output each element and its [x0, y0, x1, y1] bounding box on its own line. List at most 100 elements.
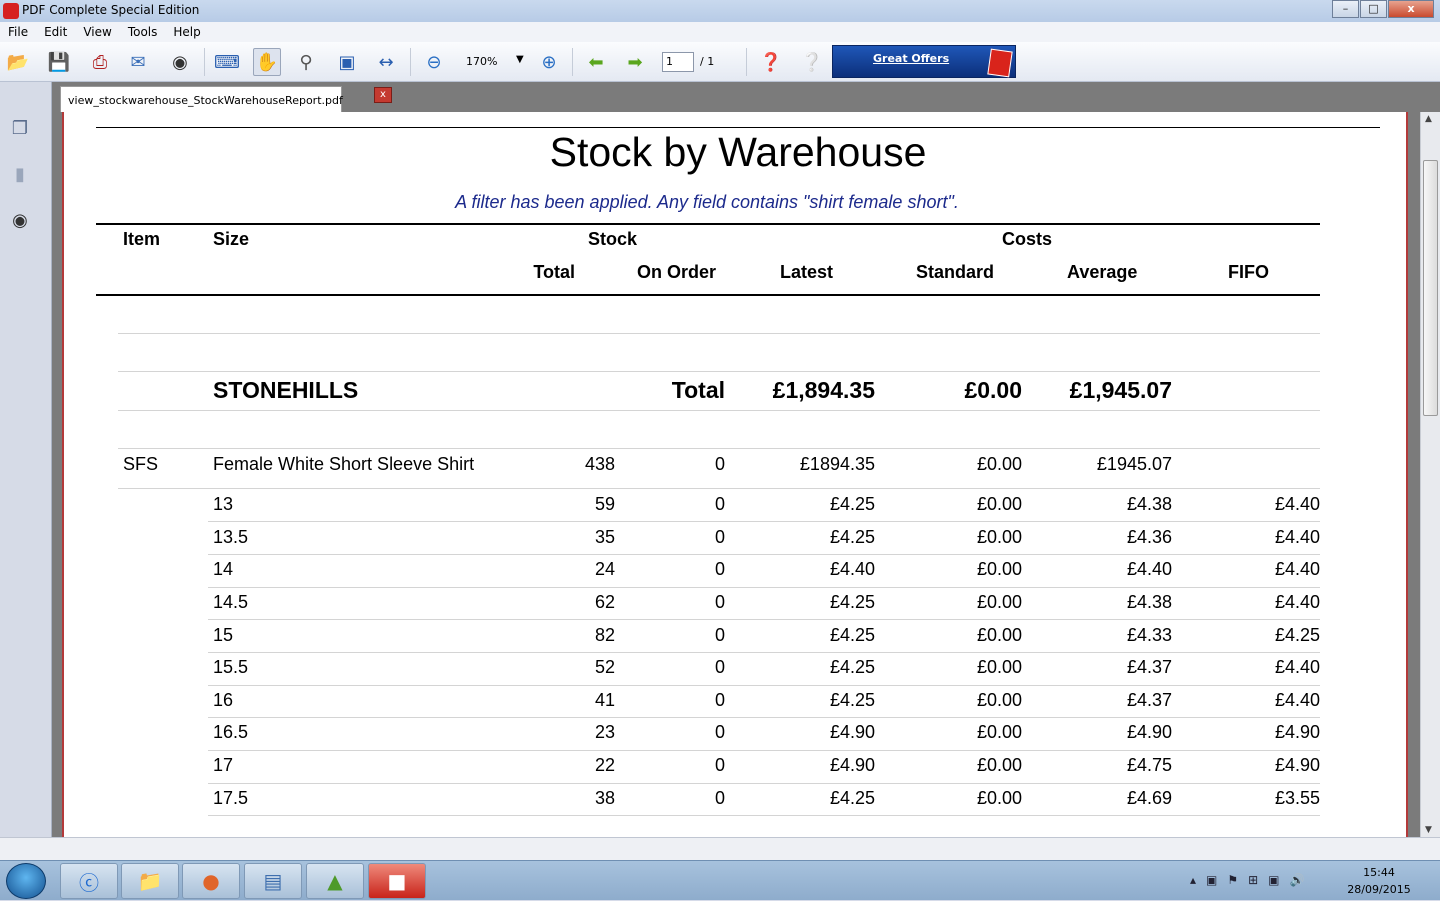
- scroll-up-icon[interactable]: ▲: [1425, 114, 1432, 124]
- item-average: £1945.07: [1096, 454, 1172, 474]
- col-item: Item: [123, 229, 161, 249]
- cell-fifo: £4.25: [1274, 625, 1320, 645]
- internet-explorer-icon[interactable]: ⓒ: [60, 863, 118, 899]
- item-code: SFS: [123, 454, 159, 474]
- cell-average: £4.37: [1126, 690, 1172, 710]
- toolbar: 📂 💾 ⎙ ✉ ◉ ⌨ ✋ ⚲ ▣ ↔ ⊖ 170% ▼ ⊕ ⬅ ➡ 1 / 1…: [0, 42, 1440, 82]
- cell-latest: £4.90: [829, 722, 875, 742]
- cell-total: 59: [594, 494, 615, 514]
- previous-page-icon[interactable]: ⬅: [582, 48, 610, 76]
- fit-page-icon[interactable]: ▣: [333, 48, 361, 76]
- email-icon[interactable]: ✉: [124, 48, 152, 76]
- taskbar: ⓒ 📁 ● ▤ ▲ ■ ▴▣⚑⊞▣🔊 15:44 28/09/2015: [0, 860, 1440, 900]
- cell-average: £4.33: [1126, 625, 1172, 645]
- cell-size: 13.5: [213, 527, 249, 547]
- window-title: PDF Complete Special Edition: [22, 3, 200, 17]
- clock-time[interactable]: 15:44: [1344, 866, 1414, 879]
- row-divider: [118, 488, 1320, 489]
- next-page-icon[interactable]: ➡: [621, 48, 649, 76]
- cell-fifo: £4.40: [1274, 690, 1320, 710]
- firefox-icon[interactable]: ●: [182, 863, 240, 899]
- menu-tools[interactable]: Tools: [120, 22, 166, 42]
- scroll-thumb[interactable]: [1423, 160, 1438, 416]
- row-divider: [208, 587, 1320, 588]
- help-icon[interactable]: ❓: [757, 48, 785, 76]
- help-online-icon[interactable]: ❔: [798, 48, 826, 76]
- close-tab-icon[interactable]: x: [374, 87, 392, 103]
- maximize-button[interactable]: □: [1360, 0, 1387, 18]
- clock-date[interactable]: 28/09/2015: [1344, 883, 1414, 896]
- warehouse-total-label: Total: [671, 377, 725, 403]
- cell-fifo: £4.40: [1274, 657, 1320, 677]
- hand-tool-icon[interactable]: ✋: [253, 48, 281, 76]
- cell-on-order: 0: [714, 722, 725, 742]
- menu-file[interactable]: File: [0, 22, 36, 42]
- cell-on-order: 0: [714, 657, 725, 677]
- search-panel-icon[interactable]: ◉: [8, 208, 32, 232]
- cell-standard: £0.00: [976, 722, 1022, 742]
- cell-latest: £4.90: [829, 755, 875, 775]
- print-icon[interactable]: ⎙: [86, 48, 114, 76]
- close-button[interactable]: x: [1388, 0, 1434, 18]
- cell-size: 16: [213, 690, 234, 710]
- cell-latest: £4.25: [829, 690, 875, 710]
- scroll-down-icon[interactable]: ▼: [1425, 825, 1432, 835]
- zoom-level[interactable]: 170%: [466, 55, 497, 68]
- item-description: Female White Short Sleeve Shirt: [213, 454, 475, 474]
- cell-latest: £4.25: [829, 788, 875, 808]
- cell-size: 13: [213, 494, 234, 514]
- great-offers-link[interactable]: Great Offers: [873, 52, 949, 65]
- zoom-tool-icon[interactable]: ⚲: [292, 48, 320, 76]
- cell-on-order: 0: [714, 788, 725, 808]
- cell-total: 23: [594, 722, 615, 742]
- open-folder-icon[interactable]: 📂: [4, 48, 32, 76]
- document-view[interactable]: Stock by Warehouse A filter has been app…: [52, 112, 1420, 837]
- great-offers-banner[interactable]: Great Offers: [832, 45, 1016, 78]
- bookmarks-panel-icon[interactable]: ▮: [8, 162, 32, 186]
- menu-help[interactable]: Help: [165, 22, 208, 42]
- select-text-icon[interactable]: ⌨: [213, 48, 241, 76]
- cell-average: £4.36: [1126, 527, 1172, 547]
- zoom-out-icon[interactable]: ⊖: [420, 48, 448, 76]
- app-green-icon[interactable]: ▲: [306, 863, 364, 899]
- cell-latest: £4.40: [829, 559, 875, 579]
- vertical-scrollbar[interactable]: ▲ ▼: [1420, 112, 1440, 837]
- cell-size: 15: [213, 625, 234, 645]
- zoom-in-icon[interactable]: ⊕: [535, 48, 563, 76]
- cell-size: 15.5: [213, 657, 249, 677]
- col-fifo: FIFO: [1228, 262, 1269, 282]
- cell-latest: £4.25: [829, 494, 875, 514]
- pdf-complete-taskbar-icon[interactable]: ■: [368, 863, 426, 899]
- cell-size: 17.5: [213, 788, 249, 808]
- zoom-dropdown-icon[interactable]: ▼: [516, 54, 524, 65]
- menu-edit[interactable]: Edit: [36, 22, 75, 42]
- page-number-input[interactable]: 1: [662, 52, 694, 72]
- cell-standard: £0.00: [976, 559, 1022, 579]
- cell-standard: £0.00: [976, 625, 1022, 645]
- remote-desktop-icon[interactable]: ▤: [244, 863, 302, 899]
- start-button[interactable]: [6, 863, 46, 899]
- cell-latest: £4.25: [829, 657, 875, 677]
- title-bar: PDF Complete Special Edition – □ x: [0, 0, 1440, 22]
- find-binoculars-icon[interactable]: ◉: [166, 48, 194, 76]
- tray-icons[interactable]: ▴▣⚑⊞▣🔊: [1190, 873, 1314, 887]
- document-tab[interactable]: view_stockwarehouse_StockWarehouseReport…: [60, 86, 343, 112]
- item-on-order: 0: [714, 454, 725, 474]
- pages-panel-icon[interactable]: ❐: [8, 116, 32, 140]
- file-explorer-icon[interactable]: 📁: [121, 863, 179, 899]
- cell-average: £4.90: [1126, 722, 1172, 742]
- cell-fifo: £4.90: [1274, 755, 1320, 775]
- menu-view[interactable]: View: [75, 22, 119, 42]
- cell-size: 14: [213, 559, 234, 579]
- cell-average: £4.40: [1126, 559, 1172, 579]
- row-divider: [208, 652, 1320, 653]
- cell-on-order: 0: [714, 592, 725, 612]
- fit-width-icon[interactable]: ↔: [372, 48, 400, 76]
- cell-average: £4.75: [1126, 755, 1172, 775]
- minimize-button[interactable]: –: [1332, 0, 1359, 18]
- cell-size: 16.5: [213, 722, 249, 742]
- document-tab-label: view_stockwarehouse_StockWarehouseReport…: [68, 94, 343, 107]
- cell-on-order: 0: [714, 755, 725, 775]
- cell-total: 38: [594, 788, 615, 808]
- save-icon[interactable]: 💾: [45, 48, 73, 76]
